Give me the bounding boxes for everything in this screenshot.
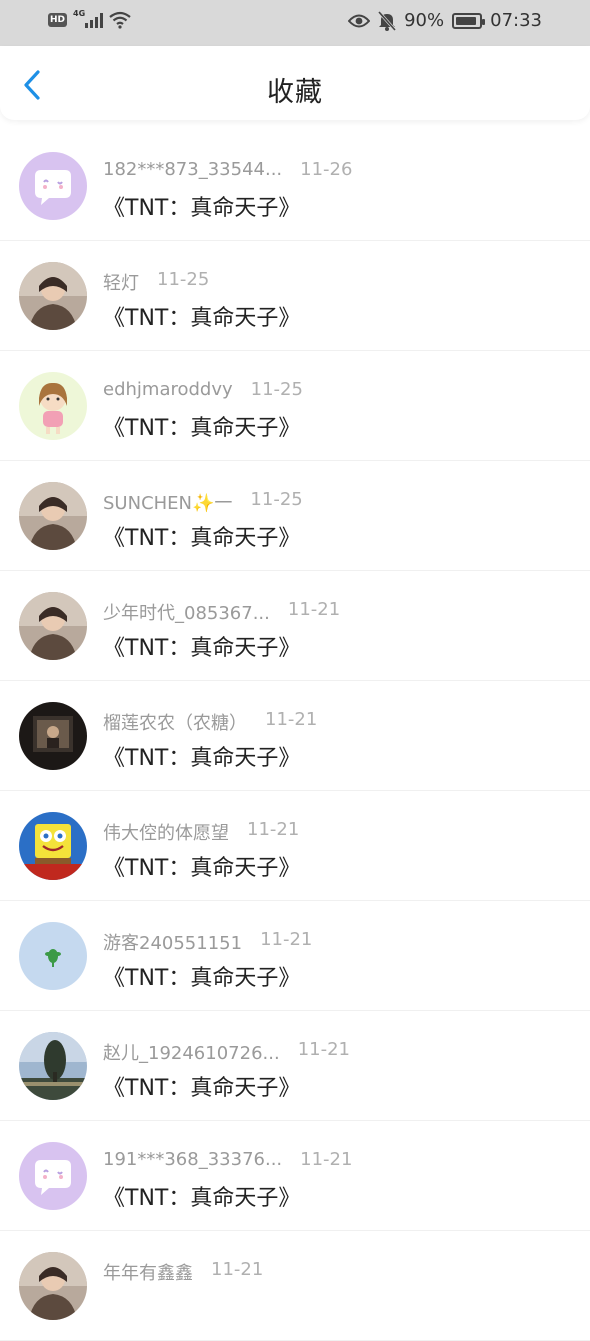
header: 收藏 xyxy=(0,46,590,120)
favorite-row[interactable]: 年年有鑫鑫 11-21 xyxy=(0,1231,590,1341)
favorite-date: 11-26 xyxy=(300,159,353,180)
favorite-row[interactable]: 游客240551151 11-21 《TNT：真命天子》 xyxy=(0,901,590,1011)
clock: 07:33 xyxy=(490,10,542,31)
hd-badge: HD xyxy=(48,13,68,27)
row-meta: 191***368_33376... 11-21 xyxy=(103,1149,570,1170)
user-avatar[interactable] xyxy=(19,262,87,330)
row-meta: edhjmaroddvy 11-25 xyxy=(103,379,570,400)
row-meta: 轻灯 11-25 xyxy=(103,269,570,295)
favorite-row[interactable]: 少年时代_085367... 11-21 《TNT：真命天子》 xyxy=(0,571,590,681)
user-name[interactable]: 182***873_33544... xyxy=(103,159,282,180)
eye-icon xyxy=(348,14,371,27)
user-avatar[interactable] xyxy=(19,1032,87,1100)
favorite-row[interactable]: 伟大倥的体愿望 11-21 《TNT：真命天子》 xyxy=(0,791,590,901)
row-meta: 赵儿_1924610726... 11-21 xyxy=(103,1039,570,1065)
favorite-date: 11-21 xyxy=(300,1149,353,1170)
user-avatar[interactable] xyxy=(19,702,87,770)
favorites-list: 182***873_33544... 11-26 《TNT：真命天子》 轻灯 11-25… xyxy=(0,131,590,1341)
favorite-row[interactable]: 赵儿_1924610726... 11-21 《TNT：真命天子》 xyxy=(0,1011,590,1121)
favorite-row[interactable]: 榴莲农农（农糖） 11-21 《TNT：真命天子》 xyxy=(0,681,590,791)
favorite-date: 11-25 xyxy=(250,379,303,400)
user-name[interactable]: SUNCHEN✨一 xyxy=(103,489,232,515)
work-title[interactable]: 《TNT：真命天子》 xyxy=(103,1180,300,1212)
user-name[interactable]: 轻灯 xyxy=(103,269,139,295)
favorite-date: 11-21 xyxy=(297,1039,350,1060)
user-avatar[interactable] xyxy=(19,1252,87,1320)
favorite-date: 11-21 xyxy=(260,929,313,950)
status-left: HD 4G xyxy=(48,8,131,29)
user-avatar[interactable] xyxy=(19,152,87,220)
favorite-row[interactable]: 轻灯 11-25 《TNT：真命天子》 xyxy=(0,241,590,351)
favorite-date: 11-21 xyxy=(247,819,300,840)
battery-percent: 90% xyxy=(404,10,445,31)
user-avatar[interactable] xyxy=(19,1142,87,1210)
user-name[interactable]: 伟大倥的体愿望 xyxy=(103,819,229,845)
favorite-row[interactable]: 182***873_33544... 11-26 《TNT：真命天子》 xyxy=(0,131,590,241)
network-type: 4G xyxy=(73,8,86,18)
page-title: 收藏 xyxy=(267,77,323,108)
user-avatar[interactable] xyxy=(19,922,87,990)
work-title[interactable]: 《TNT：真命天子》 xyxy=(103,190,300,222)
work-title[interactable]: 《TNT：真命天子》 xyxy=(103,630,300,662)
row-meta: 少年时代_085367... 11-21 xyxy=(103,599,570,625)
user-avatar[interactable] xyxy=(19,812,87,880)
user-name[interactable]: 191***368_33376... xyxy=(103,1149,282,1170)
favorite-date: 11-25 xyxy=(157,269,210,290)
status-bar: HD 4G 90% 07:33 xyxy=(0,0,590,46)
favorite-row[interactable]: edhjmaroddvy 11-25 《TNT：真命天子》 xyxy=(0,351,590,461)
work-title[interactable]: 《TNT：真命天子》 xyxy=(103,1070,300,1102)
user-name[interactable]: 年年有鑫鑫 xyxy=(103,1259,193,1285)
work-title[interactable]: 《TNT：真命天子》 xyxy=(103,300,300,332)
user-avatar[interactable] xyxy=(19,482,87,550)
row-meta: SUNCHEN✨一 11-25 xyxy=(103,489,570,515)
user-name[interactable]: 游客240551151 xyxy=(103,929,242,955)
signal-icon xyxy=(85,12,104,28)
row-meta: 游客240551151 11-21 xyxy=(103,929,570,955)
wifi-icon xyxy=(109,11,131,29)
work-title[interactable]: 《TNT：真命天子》 xyxy=(103,520,300,552)
status-right: 90% 07:33 xyxy=(348,10,542,31)
favorite-date: 11-25 xyxy=(250,489,303,510)
work-title[interactable]: 《TNT：真命天子》 xyxy=(103,410,300,442)
user-avatar[interactable] xyxy=(19,592,87,660)
favorite-date: 11-21 xyxy=(265,709,318,730)
row-meta: 伟大倥的体愿望 11-21 xyxy=(103,819,570,845)
row-meta: 年年有鑫鑫 11-21 xyxy=(103,1259,570,1285)
work-title[interactable]: 《TNT：真命天子》 xyxy=(103,850,300,882)
row-meta: 182***873_33544... 11-26 xyxy=(103,159,570,180)
favorite-date: 11-21 xyxy=(287,599,341,620)
favorite-row[interactable]: SUNCHEN✨一 11-25 《TNT：真命天子》 xyxy=(0,461,590,571)
battery-icon xyxy=(452,12,486,29)
favorite-date: 11-21 xyxy=(211,1259,264,1280)
row-meta: 榴莲农农（农糖） 11-21 xyxy=(103,709,570,735)
favorite-row[interactable]: 191***368_33376... 11-21 《TNT：真命天子》 xyxy=(0,1121,590,1231)
bell-muted-icon xyxy=(378,10,397,31)
user-name[interactable]: 榴莲农农（农糖） xyxy=(103,709,247,735)
user-name[interactable]: edhjmaroddvy xyxy=(103,379,233,400)
user-name[interactable]: 赵儿_1924610726... xyxy=(103,1039,280,1065)
work-title[interactable]: 《TNT：真命天子》 xyxy=(103,740,300,772)
work-title[interactable]: 《TNT：真命天子》 xyxy=(103,960,300,992)
user-name[interactable]: 少年时代_085367... xyxy=(103,599,270,625)
user-avatar[interactable] xyxy=(19,372,87,440)
